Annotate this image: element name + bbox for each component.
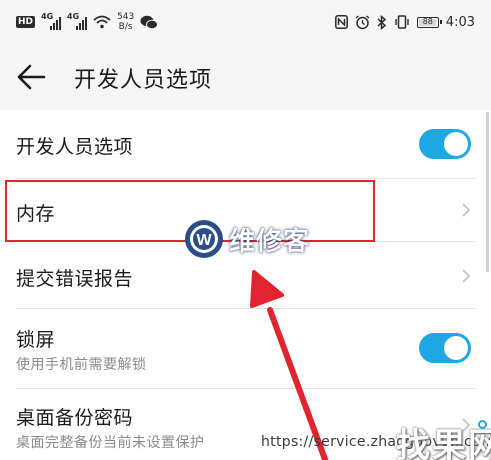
watermark-dot — [478, 420, 487, 429]
developer-options-toggle[interactable] — [419, 129, 471, 159]
app-header: 开发人员选项 — [0, 44, 491, 110]
watermark-logo-letter: W — [196, 232, 212, 249]
watermark-center: W 维修客 — [183, 218, 310, 260]
row-developer-options[interactable]: 开发人员选项 — [0, 110, 491, 179]
wifi-icon — [93, 15, 111, 29]
clock: 4:03 — [445, 14, 475, 30]
row-lock-screen[interactable]: 锁屏 使用手机前需要解锁 — [0, 309, 491, 389]
status-bar-right: 88 4:03 — [334, 8, 475, 36]
watermark-logo-icon: W — [185, 220, 223, 258]
signal-icon: 4G — [41, 12, 62, 30]
battery-icon: 88 — [416, 16, 442, 28]
page-title: 开发人员选项 — [74, 68, 213, 93]
net-speed-value: 543 — [117, 12, 135, 22]
watermark-text: 维修客 — [229, 226, 311, 257]
vibrate-icon — [395, 15, 409, 29]
hd-badge: HD — [16, 16, 36, 28]
signal-icon-2: 4G — [67, 12, 88, 30]
row-sublabel: 桌面完整备份当前未设置保护 — [16, 435, 205, 451]
net-speed-unit: B/s — [118, 22, 133, 32]
row-sublabel: 使用手机前需要解锁 — [16, 357, 147, 373]
lock-screen-toggle[interactable] — [419, 333, 471, 363]
scrollbar[interactable] — [486, 112, 489, 272]
screen: HD 4G 4G 543 B/s 88 4:03 开发人员选项 开发人员选项 内… — [0, 0, 491, 460]
nfc-icon — [334, 15, 348, 29]
row-label: 开发人员选项 — [16, 136, 134, 158]
status-bar: HD 4G 4G 543 B/s 88 4:03 — [0, 0, 491, 44]
alarm-icon — [355, 14, 370, 29]
bluetooth-icon — [377, 14, 386, 30]
row-label: 锁屏 — [16, 329, 56, 351]
status-bar-left: HD 4G 4G 543 B/s — [16, 8, 159, 36]
row-label: 提交错误报告 — [16, 268, 134, 290]
row-label: 桌面备份密码 — [16, 407, 134, 429]
back-arrow-icon[interactable] — [16, 63, 48, 91]
net-speed: 543 B/s — [117, 12, 134, 32]
chevron-right-icon — [462, 269, 471, 283]
battery-level: 88 — [422, 16, 433, 26]
wechat-icon — [140, 15, 159, 29]
watermark-brand: 找果网 — [396, 426, 491, 460]
chevron-right-icon — [462, 203, 471, 217]
